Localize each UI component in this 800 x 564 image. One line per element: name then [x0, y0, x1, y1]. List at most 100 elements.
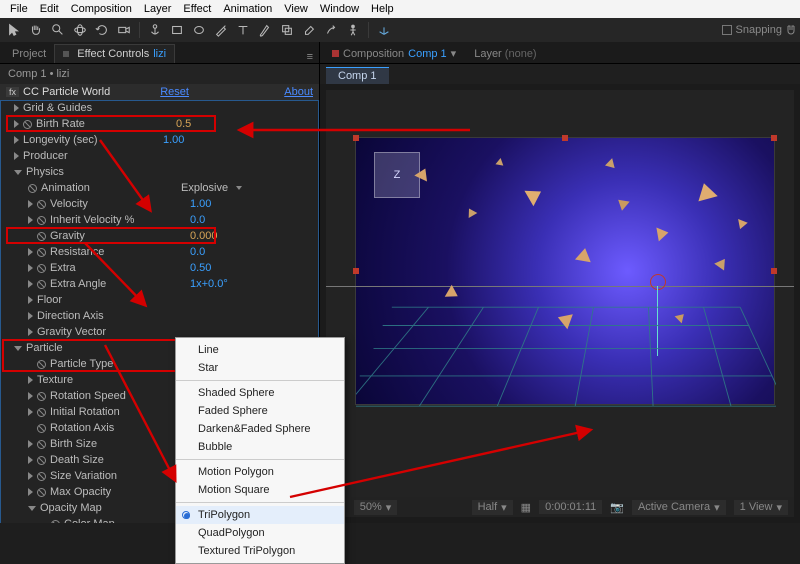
brush-tool-icon[interactable]: [255, 20, 275, 40]
prop-longevity[interactable]: Longevity (sec)1.00: [0, 132, 319, 148]
stopwatch-icon[interactable]: [37, 440, 46, 449]
stopwatch-icon[interactable]: [37, 456, 46, 465]
rect-tool-icon[interactable]: [167, 20, 187, 40]
hand-tool-icon[interactable]: [26, 20, 46, 40]
viewport[interactable]: Z: [326, 90, 794, 517]
prop-resistance[interactable]: Resistance0.0: [0, 244, 319, 260]
menu-window[interactable]: Window: [314, 3, 365, 15]
menu-item[interactable]: Line: [176, 341, 344, 359]
menu-item[interactable]: Darken&Faded Sphere: [176, 420, 344, 438]
stopwatch-icon[interactable]: [37, 248, 46, 257]
prop-physics[interactable]: Physics: [0, 164, 319, 180]
stopwatch-icon[interactable]: [37, 392, 46, 401]
longevity-value[interactable]: 1.00: [163, 134, 184, 146]
prop-grid-guides[interactable]: Grid & Guides: [0, 100, 319, 116]
birth-rate-value[interactable]: 0.5: [176, 118, 191, 130]
menu-item[interactable]: Motion Polygon: [176, 463, 344, 481]
menu-help[interactable]: Help: [365, 3, 400, 15]
stopwatch-icon[interactable]: [51, 520, 60, 524]
world-origin-gizmo[interactable]: [646, 270, 670, 294]
prop-extra-angle[interactable]: Extra Angle1x+0.0°: [0, 276, 319, 292]
ellipse-tool-icon[interactable]: [189, 20, 209, 40]
menu-file[interactable]: File: [4, 3, 34, 15]
menu-item[interactable]: Motion Square: [176, 481, 344, 499]
open-comp-tab[interactable]: Comp 1: [326, 67, 389, 84]
stopwatch-icon[interactable]: [37, 360, 46, 369]
stopwatch-icon[interactable]: [23, 120, 32, 129]
puppet-tool-icon[interactable]: [343, 20, 363, 40]
animation-value[interactable]: Explosive: [181, 182, 228, 194]
anchor-tool-icon[interactable]: [145, 20, 165, 40]
grid-toggle-icon[interactable]: ▦: [521, 501, 531, 514]
menu-edit[interactable]: Edit: [34, 3, 65, 15]
reset-link[interactable]: Reset: [160, 86, 189, 98]
menu-item[interactable]: Faded Sphere: [176, 402, 344, 420]
composition-canvas[interactable]: Z: [356, 138, 774, 404]
prop-extra[interactable]: Extra0.50: [0, 260, 319, 276]
selection-tool-icon[interactable]: [4, 20, 24, 40]
inherit-velocity-value[interactable]: 0.0: [190, 214, 205, 226]
orbit-tool-icon[interactable]: [70, 20, 90, 40]
menu-composition[interactable]: Composition: [65, 3, 138, 15]
velocity-value[interactable]: 1.00: [190, 198, 211, 210]
snapshot-icon[interactable]: 📷: [610, 501, 624, 514]
effect-name[interactable]: CC Particle World: [23, 86, 110, 98]
menu-item-selected[interactable]: TriPolygon: [176, 506, 344, 524]
eraser-tool-icon[interactable]: [299, 20, 319, 40]
stopwatch-icon[interactable]: [37, 488, 46, 497]
menu-item[interactable]: Bubble: [176, 438, 344, 456]
menu-layer[interactable]: Layer: [138, 3, 178, 15]
zoom-dropdown[interactable]: 50% ▾: [354, 500, 398, 515]
composition-tab[interactable]: Composition Comp 1 ▾: [326, 44, 462, 63]
fx-badge-icon[interactable]: fx: [6, 87, 19, 97]
menu-item[interactable]: Star: [176, 359, 344, 377]
menu-animation[interactable]: Animation: [217, 3, 278, 15]
roto-tool-icon[interactable]: [321, 20, 341, 40]
menu-view[interactable]: View: [278, 3, 314, 15]
panel-menu-icon[interactable]: ≡: [301, 51, 319, 63]
layer-thumbnail[interactable]: Z: [374, 152, 420, 198]
snapping-toggle[interactable]: Snapping: [722, 24, 797, 36]
stopwatch-icon[interactable]: [37, 264, 46, 273]
menu-item[interactable]: Shaded Sphere: [176, 384, 344, 402]
resolution-dropdown[interactable]: Half ▾: [472, 500, 513, 515]
text-tool-icon[interactable]: [233, 20, 253, 40]
prop-animation[interactable]: AnimationExplosive: [0, 180, 319, 196]
prop-birth-rate[interactable]: Birth Rate0.5: [0, 116, 319, 132]
stopwatch-icon[interactable]: [37, 232, 46, 241]
gravity-value[interactable]: 0.000: [190, 230, 218, 242]
zoom-tool-icon[interactable]: [48, 20, 68, 40]
clone-tool-icon[interactable]: [277, 20, 297, 40]
stopwatch-icon[interactable]: [37, 200, 46, 209]
extra-value[interactable]: 0.50: [190, 262, 211, 274]
rotate-tool-icon[interactable]: [92, 20, 112, 40]
prop-floor[interactable]: Floor: [0, 292, 319, 308]
current-time[interactable]: 0:00:01:11: [539, 500, 602, 514]
menu-effect[interactable]: Effect: [177, 3, 217, 15]
views-dropdown[interactable]: 1 View ▾: [734, 500, 788, 515]
stopwatch-icon[interactable]: [37, 472, 46, 481]
layer-tab[interactable]: Layer (none): [468, 45, 542, 63]
prop-direction-axis[interactable]: Direction Axis: [0, 308, 319, 324]
camera-tool-icon[interactable]: [114, 20, 134, 40]
menu-item[interactable]: QuadPolygon: [176, 524, 344, 542]
prop-gravity[interactable]: Gravity0.000: [0, 228, 319, 244]
stopwatch-icon[interactable]: [37, 280, 46, 289]
local-axis-icon[interactable]: [374, 20, 394, 40]
about-link[interactable]: About: [284, 86, 313, 98]
resistance-value[interactable]: 0.0: [190, 246, 205, 258]
stopwatch-icon[interactable]: [37, 216, 46, 225]
stopwatch-icon[interactable]: [28, 184, 37, 193]
project-tab[interactable]: Project: [4, 44, 54, 63]
prop-inherit-velocity[interactable]: Inherit Velocity %0.0: [0, 212, 319, 228]
particle-type-dropdown[interactable]: Line Star Shaded Sphere Faded Sphere Dar…: [175, 337, 345, 564]
pen-tool-icon[interactable]: [211, 20, 231, 40]
stopwatch-icon[interactable]: [37, 408, 46, 417]
camera-dropdown[interactable]: Active Camera ▾: [632, 500, 726, 515]
menu-item[interactable]: Textured TriPolygon: [176, 542, 344, 560]
extra-angle-value[interactable]: 1x+0.0°: [190, 278, 228, 290]
prop-velocity[interactable]: Velocity1.00: [0, 196, 319, 212]
stopwatch-icon[interactable]: [37, 424, 46, 433]
effect-controls-tab[interactable]: Effect Controls lizi: [54, 44, 175, 63]
prop-producer[interactable]: Producer: [0, 148, 319, 164]
